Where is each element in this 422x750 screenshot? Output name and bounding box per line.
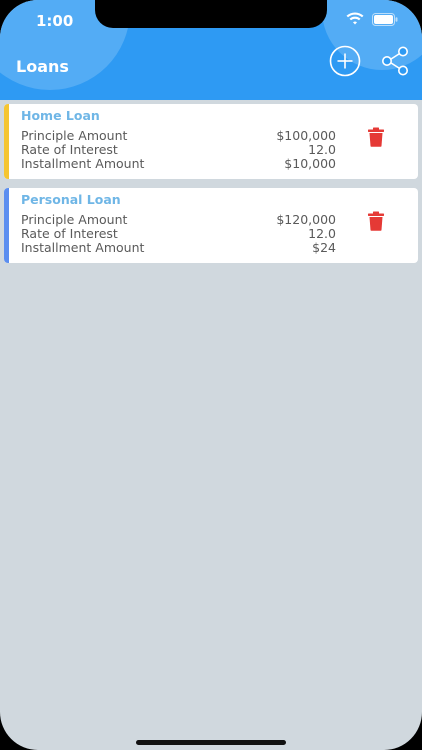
wifi-icon [346,12,364,25]
rate-row: Rate of Interest 12.0 [21,142,336,157]
rate-label: Rate of Interest [21,142,118,157]
installment-value: $24 [312,240,336,255]
share-button[interactable] [378,44,412,78]
loan-list: Home Loan Principle Amount $100,000 Rate… [4,104,418,272]
rate-row: Rate of Interest 12.0 [21,226,336,241]
page-title: Loans [16,57,69,76]
home-indicator[interactable] [136,740,286,745]
rate-value: 12.0 [308,226,336,241]
loan-card-home[interactable]: Home Loan Principle Amount $100,000 Rate… [4,104,418,179]
rate-label: Rate of Interest [21,226,118,241]
battery-icon [372,12,398,26]
principle-row: Principle Amount $120,000 [21,212,336,227]
loan-name: Home Loan [21,108,100,123]
loan-accent-bar [4,104,9,179]
add-loan-button[interactable] [328,44,362,78]
installment-row: Installment Amount $24 [21,240,336,255]
device-notch [95,0,327,28]
status-time: 1:00 [36,12,74,30]
loan-accent-bar [4,188,9,263]
principle-label: Principle Amount [21,128,128,143]
installment-label: Installment Amount [21,156,145,171]
principle-value: $120,000 [276,212,336,227]
header-actions [328,44,412,78]
loan-name: Personal Loan [21,192,121,207]
installment-value: $10,000 [284,156,336,171]
loan-card-personal[interactable]: Personal Loan Principle Amount $120,000 … [4,188,418,263]
rate-value: 12.0 [308,142,336,157]
installment-label: Installment Amount [21,240,145,255]
trash-icon[interactable] [367,127,385,147]
principle-row: Principle Amount $100,000 [21,128,336,143]
principle-value: $100,000 [276,128,336,143]
status-icons [346,12,398,26]
share-icon [382,46,408,76]
plus-circle-icon [329,45,361,77]
app-screen: 1:00 Loans Home Loan Principle Amount $1… [0,0,422,750]
app-header: 1:00 Loans [0,0,422,100]
trash-icon[interactable] [367,211,385,231]
principle-label: Principle Amount [21,212,128,227]
installment-row: Installment Amount $10,000 [21,156,336,171]
